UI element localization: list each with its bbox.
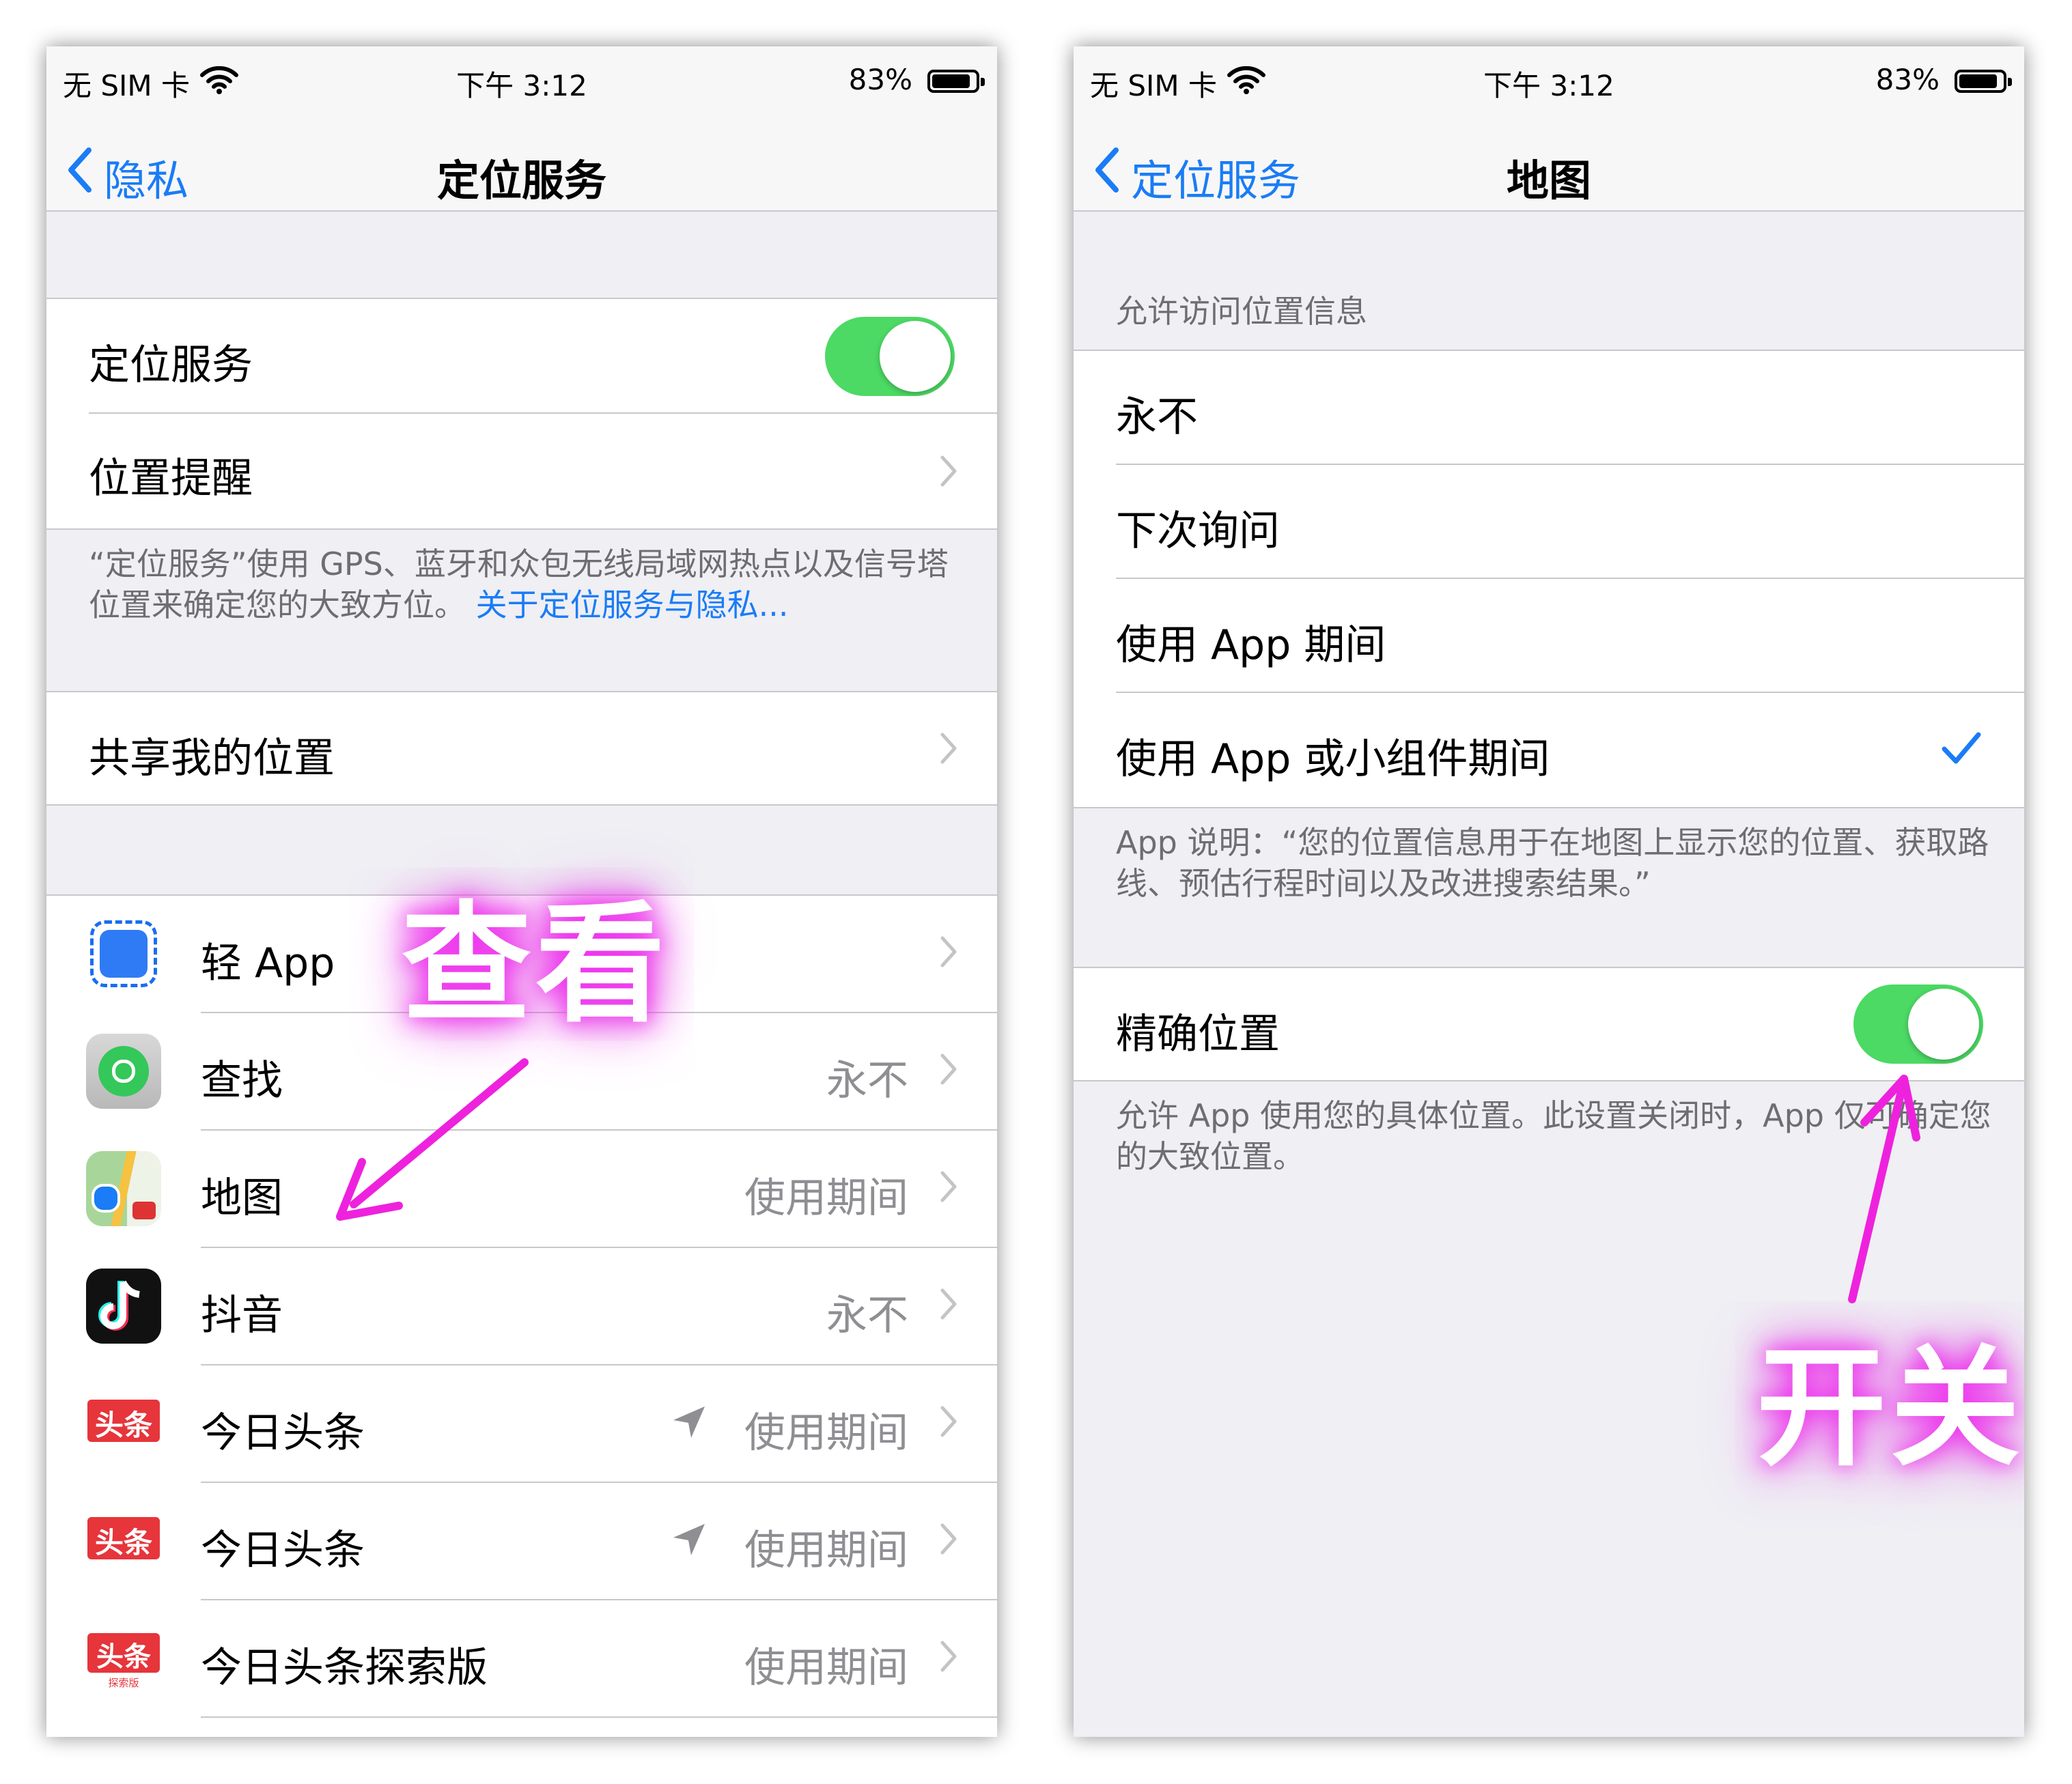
annotation-switch-label: 开关 (1756, 1333, 2024, 1484)
toutiao-icon: 头条 (86, 1503, 161, 1578)
maps-location-screen: 无 SIM 卡 下午 3:12 83% 定位服务 地图 允许访问位置信息 永不下… (1074, 46, 2024, 1737)
find-my-icon (86, 1034, 161, 1109)
checkmark-icon (1942, 732, 1981, 764)
page-title: 地图 (1506, 156, 1591, 206)
app-row[interactable]: 头条 今日头条 使用期间 (46, 1365, 997, 1482)
location-services-label: 定位服务 (89, 341, 253, 389)
app-permission-value: 永不 (826, 1292, 908, 1340)
chevron-right-icon (940, 1053, 957, 1085)
battery-icon (1955, 70, 2012, 93)
access-option-label: 永不 (1116, 393, 1198, 441)
app-permission-value: 使用期间 (744, 1644, 908, 1692)
location-arrow-icon (673, 1406, 705, 1438)
precise-location-label: 精确位置 (1116, 1010, 1280, 1058)
toutiao-icon-text: 头条 (96, 1641, 151, 1673)
access-options-group: 永不下次询问使用 App 期间使用 App 或小组件期间 (1074, 351, 2024, 807)
battery-percent: 83% (1875, 63, 1940, 96)
location-services-screen: 无 SIM 卡 下午 3:12 83% 隐私 定位服务 定位服务 位置提醒 “定… (46, 46, 997, 1737)
app-name: 今日头条 (201, 1527, 365, 1574)
app-row[interactable]: 抖音 永不 (46, 1248, 997, 1364)
chevron-right-icon (940, 936, 957, 967)
annotation-arrow-icon (1848, 1075, 1920, 1303)
location-services-group: 定位服务 位置提醒 (46, 299, 997, 528)
navigation-bar: 定位服务 地图 (1074, 115, 2024, 212)
app-row[interactable]: 头条 今日头条 使用期间 (46, 1483, 997, 1599)
annotation-arrow-icon (336, 1058, 529, 1221)
privacy-link[interactable]: 关于定位服务与隐私... (476, 586, 789, 623)
location-arrow-icon (673, 1524, 705, 1555)
app-permission-value: 使用期间 (744, 1527, 908, 1574)
app-row[interactable]: 钱包使用期间 (46, 1718, 997, 1737)
app-permission-value: 使用期间 (744, 1174, 908, 1222)
chevron-right-icon (940, 1523, 957, 1555)
precise-location-toggle[interactable] (1853, 985, 1983, 1064)
app-name: 查找 (201, 1057, 283, 1105)
chevron-right-icon (940, 455, 957, 487)
access-option-label: 使用 App 或小组件期间 (1116, 735, 1550, 783)
access-option[interactable]: 下次询问 (1074, 465, 2024, 578)
annotation-view-label: 查看 (402, 889, 670, 1040)
access-option[interactable]: 使用 App 期间 (1074, 579, 2024, 692)
battery-icon (927, 70, 985, 93)
toutiao-icon-text: 头条 (94, 1408, 152, 1442)
section-header: 允许访问位置信息 (1116, 293, 1367, 330)
douyin-icon (86, 1269, 161, 1344)
access-option-label: 下次询问 (1116, 507, 1280, 555)
toutiao-icon: 头条 (86, 1386, 161, 1461)
chevron-right-icon (940, 1171, 957, 1202)
app-description: App 说明：“您的位置信息用于在地图上显示您的位置、获取路线、预估行程时间以及… (1116, 824, 1989, 902)
status-bar: 无 SIM 卡 下午 3:12 83% (1074, 46, 2024, 115)
chevron-right-icon (940, 1406, 957, 1437)
share-location-row[interactable]: 共享我的位置 (46, 692, 997, 804)
location-services-footer: “定位服务”使用 GPS、蓝牙和众包无线局域网热点以及信号塔位置来确定您的大致方… (89, 543, 963, 625)
access-option[interactable]: 使用 App 或小组件期间 (1074, 693, 2024, 806)
chevron-right-icon (940, 1288, 957, 1320)
page-title: 定位服务 (436, 156, 606, 206)
chevron-right-icon (940, 733, 957, 764)
app-clip-icon (86, 916, 161, 991)
app-name: 今日头条 (201, 1409, 365, 1457)
app-name: 轻 App (201, 939, 335, 987)
access-option-label: 使用 App 期间 (1116, 621, 1386, 669)
app-name: 抖音 (201, 1292, 283, 1340)
status-bar: 无 SIM 卡 下午 3:12 83% (46, 46, 997, 115)
toutiao-lite-icon: 头条 探索版 (86, 1621, 161, 1696)
share-location-label: 共享我的位置 (89, 735, 335, 782)
app-permission-value: 使用期间 (744, 1409, 908, 1457)
app-row[interactable]: 头条 探索版 今日头条探索版 使用期间 (46, 1600, 997, 1716)
app-name: 今日头条探索版 (201, 1644, 488, 1692)
chevron-right-icon (940, 1641, 957, 1672)
app-permission-value: 永不 (826, 1057, 908, 1105)
location-alerts-label: 位置提醒 (89, 455, 253, 502)
toutiao-icon-text: 头条 (94, 1526, 152, 1559)
maps-icon (86, 1151, 161, 1226)
toutiao-lite-subtext: 探索版 (108, 1677, 139, 1689)
battery-percent: 83% (848, 63, 912, 96)
access-option[interactable]: 永不 (1074, 351, 2024, 464)
app-name: 地图 (201, 1174, 283, 1222)
location-services-toggle[interactable] (825, 317, 955, 396)
navigation-bar: 隐私 定位服务 (46, 115, 997, 212)
